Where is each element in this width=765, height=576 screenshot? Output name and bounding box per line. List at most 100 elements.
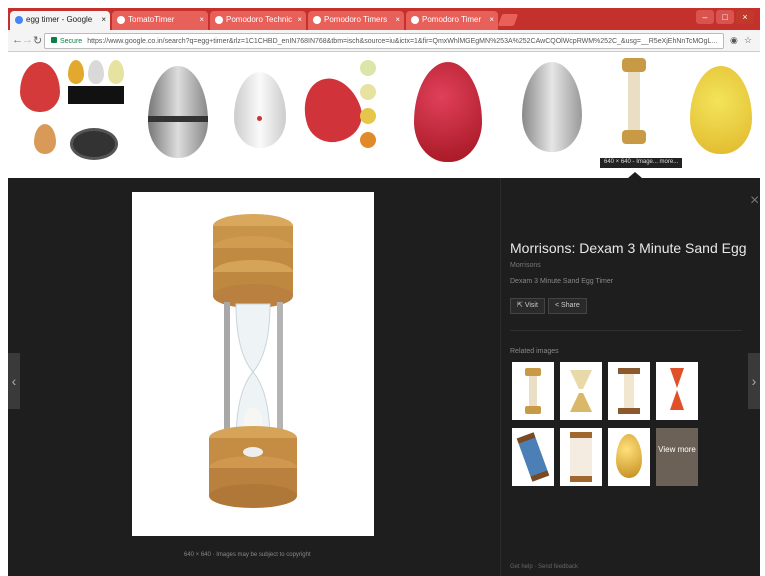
- related-image[interactable]: [608, 362, 650, 420]
- forward-arrow-icon[interactable]: →: [22, 34, 33, 46]
- hourglass-image: [570, 432, 592, 482]
- hourglass-part-image: [670, 368, 684, 388]
- related-image[interactable]: [512, 428, 554, 486]
- tab-pomodoro-timers[interactable]: Pomodoro Timers ×: [308, 11, 404, 30]
- egg-image: [20, 62, 60, 112]
- visit-icon: ⇱: [517, 302, 525, 309]
- tab-close-icon[interactable]: ×: [199, 15, 204, 24]
- tomato-favicon-icon: [215, 16, 223, 24]
- image-info-panel: × Morrisons: Dexam 3 Minute Sand Egg Tim…: [510, 178, 759, 576]
- tab-close-icon[interactable]: ×: [297, 15, 302, 24]
- related-image[interactable]: [656, 362, 698, 420]
- preview-image[interactable]: [132, 192, 374, 536]
- help-feedback-links[interactable]: Get help · Send feedback: [510, 564, 578, 570]
- image-viewer-panel: ‹ › 640 × 640 · Images may be subject to…: [8, 178, 760, 576]
- egg-image: [88, 60, 104, 84]
- tab-pomodoro-technique[interactable]: Pomodoro Technic ×: [210, 11, 306, 30]
- hourglass-part-image: [525, 406, 541, 414]
- image-title[interactable]: Morrisons: Dexam 3 Minute Sand Egg Tim..…: [510, 240, 746, 256]
- browser-toolbar: ← → ↻ Secure https://www.google.co.in/sea…: [8, 30, 760, 52]
- location-icon[interactable]: ◉: [730, 35, 738, 46]
- result-thumbnail[interactable]: [358, 58, 380, 168]
- site-favicon-icon: [313, 16, 321, 24]
- hourglass-part-image: [529, 376, 537, 406]
- result-thumbnail[interactable]: [138, 58, 218, 168]
- related-image[interactable]: [512, 362, 554, 420]
- minimize-icon[interactable]: –: [696, 10, 714, 24]
- maximize-icon[interactable]: □: [716, 10, 734, 24]
- result-thumbnail[interactable]: [686, 58, 756, 168]
- source-site[interactable]: Morrisons: [510, 262, 541, 269]
- gold-egg-image: [616, 434, 642, 478]
- tomato-favicon-icon: [117, 16, 125, 24]
- url-text: https://www.google.co.in/search?q=egg+ti…: [87, 38, 718, 45]
- close-viewer-icon[interactable]: ×: [750, 192, 759, 210]
- yellow-egg-timer-image: [690, 66, 752, 154]
- image-description: Dexam 3 Minute Sand Egg Timer: [510, 278, 614, 285]
- result-thumbnail[interactable]: [230, 58, 290, 168]
- tab-close-icon[interactable]: ×: [395, 15, 400, 24]
- view-more-label: View more: [658, 445, 696, 454]
- egg-image: [34, 124, 56, 154]
- hourglass-glass-image: [628, 72, 640, 130]
- result-thumbnail[interactable]: [295, 58, 369, 168]
- hourglass-part-image: [618, 408, 640, 414]
- share-button[interactable]: < Share: [548, 298, 587, 314]
- tab-close-icon[interactable]: ×: [101, 15, 106, 24]
- related-images-heading: Related images: [510, 348, 559, 355]
- result-thumbnail[interactable]: [408, 58, 488, 168]
- related-image[interactable]: [560, 428, 602, 486]
- tab-label: egg timer - Google: [26, 15, 93, 24]
- blue-hourglass-image: [516, 432, 550, 482]
- hourglass-part-image: [624, 374, 634, 408]
- panel-divider: [500, 178, 501, 576]
- share-label: Share: [561, 302, 580, 309]
- view-more-button[interactable]: View more: [656, 428, 698, 486]
- secure-label: Secure: [60, 38, 83, 45]
- hourglass-part-image: [525, 368, 541, 376]
- tab-close-icon[interactable]: ×: [489, 15, 494, 24]
- tab-label: Pomodoro Timer: [422, 15, 482, 24]
- prev-arrow-icon[interactable]: ‹: [8, 353, 20, 409]
- lock-icon: [51, 37, 57, 43]
- egg-icon-image: [360, 60, 376, 76]
- egg-icon-image: [360, 84, 376, 100]
- related-image[interactable]: [560, 362, 602, 420]
- white-egg-timer-image: [234, 72, 286, 148]
- reload-icon[interactable]: ↻: [33, 34, 42, 47]
- bookmark-star-icon[interactable]: ☆: [744, 35, 752, 46]
- address-bar[interactable]: Secure https://www.google.co.in/search?q=…: [44, 33, 724, 49]
- indicator-image: [257, 116, 262, 121]
- egg-stand-image: [68, 86, 124, 104]
- tab-egg-timer[interactable]: egg timer - Google ×: [10, 11, 110, 30]
- red-egg-timer-image: [414, 62, 482, 162]
- dial-ring-image: [148, 116, 208, 122]
- close-window-icon[interactable]: ×: [736, 10, 754, 24]
- tab-tomatotimer[interactable]: TomatoTimer ×: [112, 11, 208, 30]
- browser-window: egg timer - Google × TomatoTimer × Pomod…: [8, 8, 760, 576]
- google-favicon-icon: [15, 16, 23, 24]
- tab-pomodoro-timer[interactable]: Pomodoro Timer ×: [406, 11, 498, 30]
- tab-label: Pomodoro Timers: [324, 15, 388, 24]
- egg-icon-image: [360, 108, 376, 124]
- silver-egg-timer-image: [148, 66, 208, 158]
- egg-image: [68, 60, 84, 84]
- tab-label: Pomodoro Technic: [226, 15, 293, 24]
- visit-button[interactable]: ⇱ Visit: [510, 298, 545, 314]
- result-thumbnail-selected[interactable]: [614, 58, 654, 168]
- image-caption: 640 × 640 · Images may be subject to cop…: [184, 552, 311, 558]
- hourglass-image: [570, 370, 592, 412]
- visit-label: Visit: [524, 302, 538, 309]
- thumbnail-tooltip: 640 × 640 - Image... more...: [600, 158, 683, 168]
- egg-icon-image: [360, 132, 376, 148]
- hourglass-part-image: [670, 390, 684, 410]
- tomato-favicon-icon: [411, 16, 419, 24]
- pan-image: [70, 128, 118, 160]
- new-tab-button[interactable]: [497, 14, 519, 26]
- info-divider: [510, 330, 742, 331]
- result-thumbnail[interactable]: [14, 58, 126, 168]
- related-image[interactable]: [608, 428, 650, 486]
- hourglass-base-image: [622, 130, 646, 144]
- result-thumbnail[interactable]: [514, 58, 590, 168]
- tab-strip: egg timer - Google × TomatoTimer × Pomod…: [8, 8, 760, 30]
